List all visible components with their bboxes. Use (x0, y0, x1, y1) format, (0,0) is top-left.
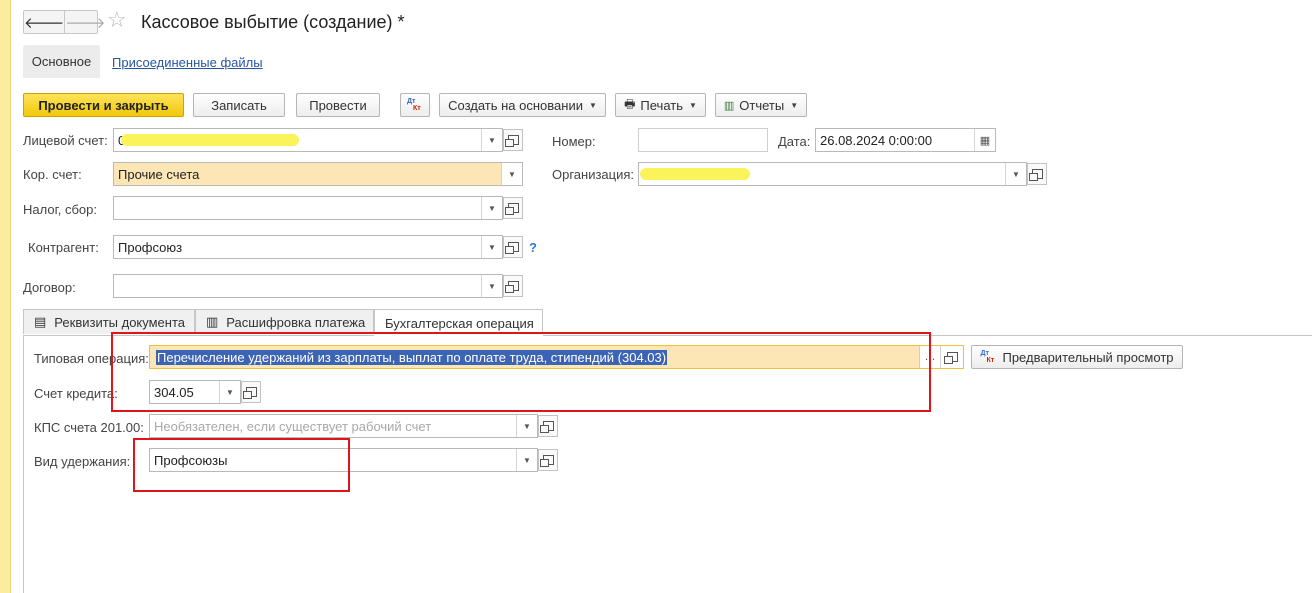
save-label: Записать (211, 97, 267, 113)
save-button[interactable]: Записать (193, 93, 285, 117)
help-icon[interactable]: ? (529, 240, 537, 255)
print-label: Печать (640, 97, 683, 113)
counterparty-open-button[interactable] (503, 236, 523, 258)
organization-open-button[interactable] (1027, 163, 1047, 185)
date-field[interactable]: 26.08.2024 0:00:00 ▦ (815, 128, 996, 152)
kps-placeholder: Необязателен, если существует рабочий сч… (154, 418, 432, 434)
page-title: Кассовое выбытие (создание) * (141, 12, 405, 32)
open-window-icon (504, 242, 519, 254)
counterparty-label: Контрагент: (28, 240, 99, 255)
counterparty-value: Профсоюз (118, 239, 183, 255)
chevron-down-icon: ▼ (689, 100, 697, 110)
create-based-on-button[interactable]: Создать на основании ▼ (439, 93, 606, 117)
tax-open-button[interactable] (503, 197, 523, 219)
preview-label: Предварительный просмотр (1002, 349, 1174, 365)
create-based-on-label: Создать на основании (448, 97, 583, 113)
open-window-icon (1028, 169, 1043, 181)
dt-kt-icon: Дт Кт (980, 350, 995, 364)
tab-label: Бухгалтерская операция (385, 315, 534, 331)
print-button[interactable]: 🖶 Печать ▼ (615, 93, 706, 117)
reports-button[interactable]: ▥ Отчеты ▼ (715, 93, 807, 117)
open-window-icon (504, 203, 519, 215)
post-and-close-button[interactable]: Провести и закрыть (23, 93, 184, 117)
credit-account-label: Счет кредита: (34, 386, 118, 401)
tax-field[interactable]: ▼ (113, 196, 503, 220)
typical-operation-open-button[interactable] (940, 346, 963, 368)
korr-account-label: Кор. счет: (23, 167, 82, 182)
tab-label: Расшифровка платежа (226, 314, 366, 330)
history-nav: 🡐 🡒 (23, 10, 105, 34)
organization-label: Организация: (552, 167, 635, 182)
preview-button[interactable]: Дт Кт Предварительный просмотр (971, 345, 1183, 369)
tab-main[interactable]: Основное (23, 45, 100, 78)
open-window-icon (539, 455, 554, 467)
chevron-down-icon[interactable]: ▼ (481, 197, 502, 219)
document-icon: ▤ (34, 314, 47, 329)
kps-field[interactable]: Необязателен, если существует рабочий сч… (149, 414, 538, 438)
chevron-down-icon[interactable]: ▼ (516, 415, 537, 437)
deduction-type-open-button[interactable] (538, 449, 558, 471)
open-window-icon (504, 135, 519, 147)
tab-attached-files[interactable]: Присоединенные файлы (112, 55, 263, 70)
tab-label: Реквизиты документа (54, 314, 186, 330)
chevron-down-icon: ▼ (790, 100, 799, 110)
korr-account-field[interactable]: Прочие счета ▼ (113, 162, 523, 186)
post-label: Провести (309, 97, 367, 113)
report-icon: ▥ (723, 99, 735, 112)
chevron-down-icon[interactable]: ▼ (501, 163, 522, 185)
redaction-mark (121, 134, 299, 146)
kps-label: КПС счета 201.00: (34, 420, 144, 435)
chevron-down-icon[interactable]: ▼ (1005, 163, 1026, 185)
back-arrow-icon[interactable]: 🡐 (24, 11, 64, 33)
deduction-type-label: Вид удержания: (34, 454, 131, 469)
tab-document-requisites[interactable]: ▤ Реквизиты документа (23, 309, 195, 334)
kps-open-button[interactable] (538, 415, 558, 437)
forward-arrow-icon[interactable]: 🡒 (64, 11, 105, 33)
chevron-down-icon[interactable]: ▼ (481, 275, 502, 297)
chevron-down-icon[interactable]: ▼ (516, 449, 537, 471)
chevron-down-icon[interactable]: ▼ (481, 236, 502, 258)
open-window-icon (504, 281, 519, 293)
date-label: Дата: (778, 134, 811, 149)
number-field[interactable] (638, 128, 768, 152)
open-window-icon (539, 421, 554, 433)
post-button[interactable]: Провести (296, 93, 380, 117)
favorite-star-icon[interactable]: ☆ (107, 8, 127, 32)
redaction-mark (640, 168, 750, 180)
reports-label: Отчеты (739, 97, 785, 113)
dt-kt-button[interactable]: Дт Кт (400, 93, 430, 117)
chevron-down-icon: ▼ (588, 100, 597, 110)
post-and-close-label: Провести и закрыть (38, 97, 169, 113)
contract-field[interactable]: ▼ (113, 274, 503, 298)
chevron-down-icon[interactable]: ▼ (481, 129, 502, 151)
open-window-icon (943, 352, 958, 364)
tax-label: Налог, сбор: (23, 202, 97, 217)
counterparty-field[interactable]: Профсоюз ▼ (113, 235, 503, 259)
printer-icon: 🖶 (624, 96, 636, 111)
dt-kt-icon: Дт Кт (407, 98, 421, 112)
contract-label: Договор: (23, 280, 76, 295)
korr-account-value: Прочие счета (118, 166, 200, 182)
account-open-button[interactable] (503, 129, 523, 151)
number-label: Номер: (552, 134, 596, 149)
date-value: 26.08.2024 0:00:00 (820, 132, 933, 148)
panel-border (23, 336, 24, 593)
table-icon: ▥ (206, 314, 219, 329)
tab-payment-details[interactable]: ▥ Расшифровка платежа (195, 309, 374, 334)
annotation-box-operation (111, 332, 931, 412)
account-label: Лицевой счет: (23, 133, 108, 148)
annotation-box-deduction (133, 438, 350, 492)
left-accent-bar (0, 0, 11, 593)
contract-open-button[interactable] (503, 275, 523, 297)
calendar-icon[interactable]: ▦ (974, 129, 995, 151)
